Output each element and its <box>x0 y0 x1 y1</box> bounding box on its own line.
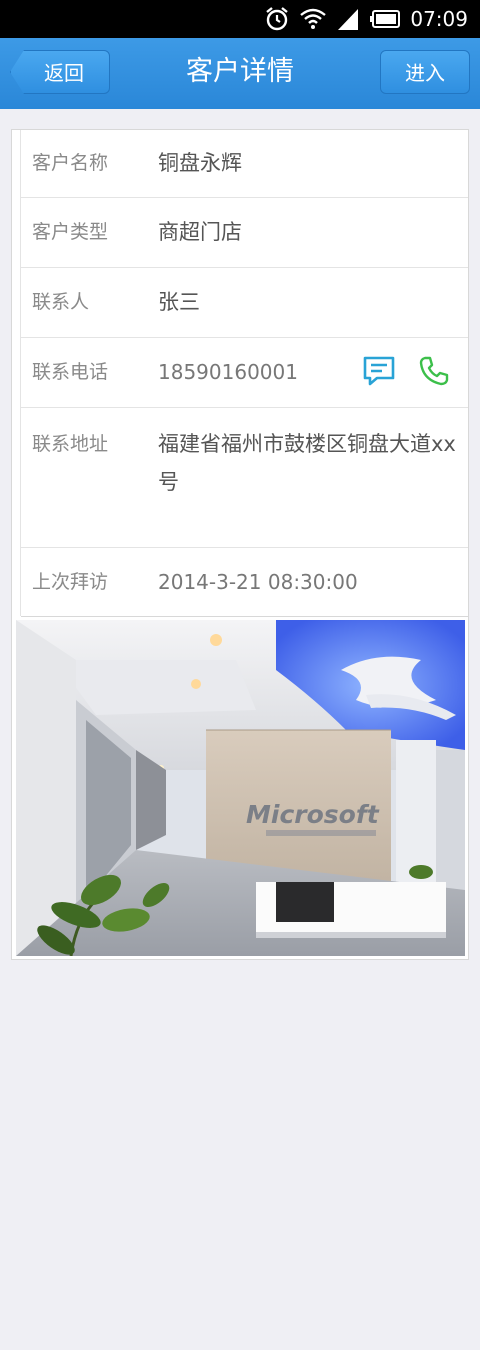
microsoft-logo-text: Microsoft <box>246 800 380 829</box>
sms-icon[interactable] <box>363 355 395 387</box>
signal-icon <box>338 9 359 30</box>
customer-detail-card: 客户名称 铜盘永辉 客户类型 商超门店 联系人 张三 联系电话 18590160… <box>11 129 469 960</box>
last-visit-value: 2014-3-21 08:30:00 <box>158 570 358 594</box>
battery-icon <box>370 10 401 28</box>
contact-phone-value: 18590160001 <box>158 360 298 384</box>
contact-person-value: 张三 <box>158 290 200 314</box>
enter-button[interactable]: 进入 <box>380 50 470 94</box>
row-contact-person: 联系人 张三 <box>21 267 468 338</box>
customer-type-value: 商超门店 <box>158 220 242 244</box>
alarm-icon <box>266 7 289 31</box>
status-bar: 07:09 <box>0 0 480 38</box>
back-button[interactable]: 返回 <box>10 50 110 94</box>
contact-address-label: 联系地址 <box>32 433 109 455</box>
customer-photo[interactable]: Microsoft <box>16 620 465 956</box>
row-last-visit: 上次拜访 2014-3-21 08:30:00 <box>21 547 468 617</box>
customer-type-label: 客户类型 <box>32 221 109 243</box>
row-customer-name: 客户名称 铜盘永辉 <box>21 130 468 198</box>
row-contact-address: 联系地址 福建省福州市鼓楼区铜盘大道xx号 <box>21 407 468 548</box>
status-icons: 07:09 <box>264 0 468 38</box>
row-customer-type: 客户类型 商超门店 <box>21 197 468 268</box>
wifi-icon <box>300 8 327 29</box>
customer-name-value: 铜盘永辉 <box>158 151 242 175</box>
status-time: 07:09 <box>410 7 468 31</box>
contact-phone-label: 联系电话 <box>32 361 109 383</box>
customer-name-label: 客户名称 <box>32 152 109 174</box>
lobby-photo-image: Microsoft <box>16 620 465 956</box>
last-visit-label: 上次拜访 <box>32 571 109 593</box>
phone-icon[interactable] <box>419 356 449 386</box>
row-contact-phone: 联系电话 18590160001 <box>21 337 468 408</box>
navigation-bar: 客户详情 返回 进入 <box>0 38 480 109</box>
contact-address-value: 福建省福州市鼓楼区铜盘大道xx号 <box>158 432 456 494</box>
contact-person-label: 联系人 <box>32 291 90 313</box>
